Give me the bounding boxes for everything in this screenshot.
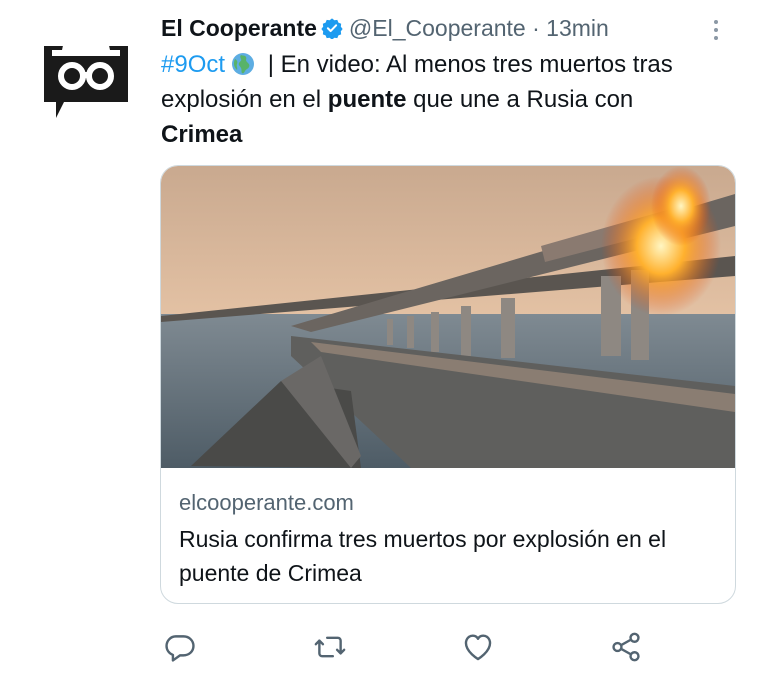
share-button[interactable]: [606, 625, 646, 669]
heart-icon: [464, 634, 492, 661]
share-icon: [612, 632, 640, 662]
avatar[interactable]: [38, 20, 134, 120]
tweet-time[interactable]: 13min: [546, 15, 609, 41]
more-vertical-icon: [714, 20, 718, 24]
text-part-2: que une a Rusia con: [406, 86, 634, 113]
text-bold-1: puente: [327, 86, 407, 113]
card-title: Rusia confirma tres muertos por explosió…: [179, 526, 667, 586]
text-pipe: |: [261, 51, 281, 78]
globe-icon: [231, 51, 255, 75]
author-name[interactable]: El Cooperante: [161, 15, 317, 41]
tweet-text: #9Oct | En video: Al menos tres muertos …: [161, 47, 721, 152]
reply-button[interactable]: [160, 625, 200, 669]
verified-icon: [321, 16, 343, 40]
reply-icon: [165, 635, 195, 662]
more-options-button[interactable]: [706, 16, 726, 46]
card-image: [161, 166, 735, 468]
card-domain: elcooperante.com: [179, 490, 354, 515]
incognito-avatar-icon: [44, 26, 128, 118]
tweet-header: El Cooperante @El_Cooperante · 13min: [161, 13, 700, 43]
hashtag-link[interactable]: #9Oct: [161, 51, 225, 78]
like-button[interactable]: [458, 625, 498, 669]
retweet-icon: [314, 636, 346, 658]
tweet-actions: [160, 625, 660, 669]
link-card[interactable]: elcooperante.com Rusia confirma tres mue…: [160, 165, 736, 604]
author-handle[interactable]: @El_Cooperante: [349, 15, 526, 41]
dot-separator: ·: [525, 15, 547, 41]
text-bold-2: Crimea: [161, 121, 243, 148]
retweet-button[interactable]: [310, 625, 350, 669]
